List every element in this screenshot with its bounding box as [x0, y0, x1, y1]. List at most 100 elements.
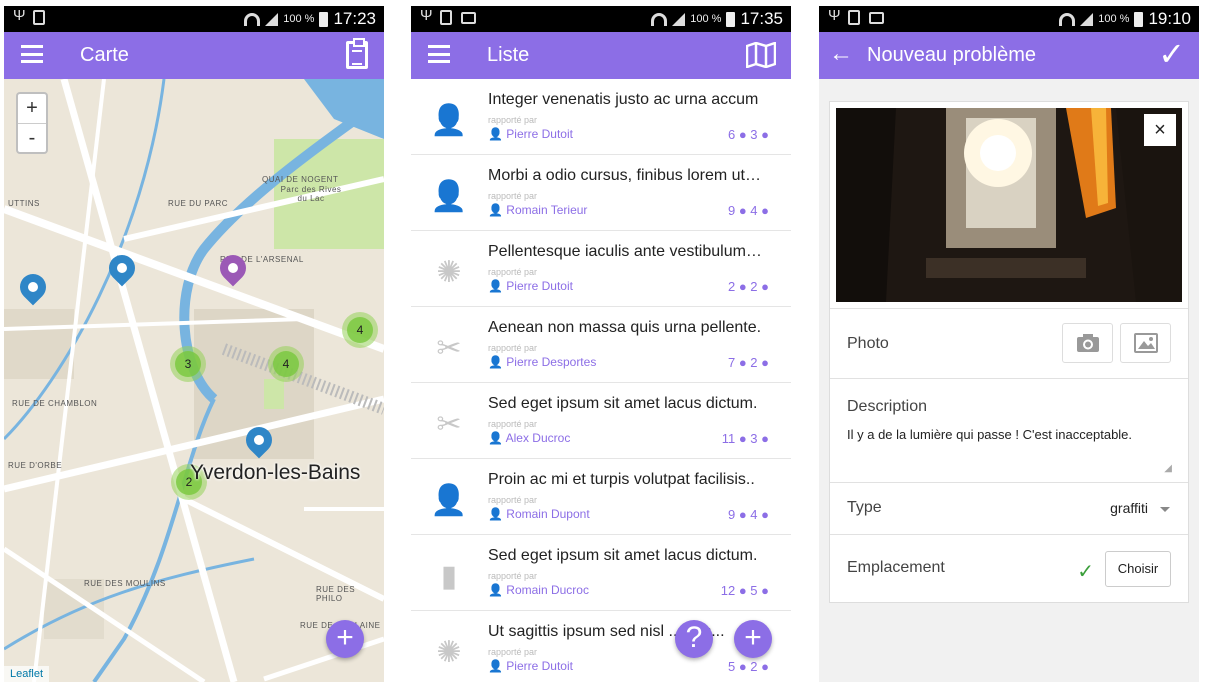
back-arrow-icon[interactable]: ←: [829, 40, 853, 68]
menu-icon[interactable]: [21, 45, 43, 63]
usb-icon: [13, 7, 26, 25]
clipboard-list-icon[interactable]: [346, 38, 368, 69]
description-field[interactable]: Description Il y a de la lumière qui pas…: [830, 378, 1188, 482]
app-bar: ← Nouveau problème ✓: [819, 32, 1199, 79]
bookmark-icon: ▮: [440, 560, 458, 593]
item-title: Sed eget ipsum sit amet lacus dictum.: [488, 395, 758, 412]
new-problem-screen: 100 % 19:10 ← Nouveau problème ✓: [819, 6, 1199, 682]
status-bar: 100 % 17:35: [411, 6, 791, 32]
reporter-name-text: Alex Ducroc: [505, 431, 571, 445]
reporter-name-text: Pierre Dutoit: [506, 659, 573, 673]
battery-percent: 100 %: [1098, 13, 1130, 25]
choose-location-button[interactable]: Choisir: [1105, 551, 1171, 587]
reported-by-label: rapporté par: [488, 343, 538, 353]
status-bar: 100 % 19:10: [819, 6, 1199, 32]
tools-icon: ✂: [436, 332, 462, 365]
sd-card-icon: [33, 10, 45, 25]
marker-cluster[interactable]: 4: [342, 312, 378, 348]
camera-button[interactable]: [1062, 323, 1113, 363]
street-label: QUAI DE NOGENT: [262, 175, 339, 184]
confirm-check-icon[interactable]: ✓: [1158, 35, 1185, 73]
page-title: Nouveau problème: [867, 44, 1036, 66]
menu-icon[interactable]: [428, 45, 450, 63]
clock: 19:10: [1148, 9, 1191, 28]
mail-icon: [461, 11, 476, 24]
battery-icon: [319, 11, 329, 27]
reported-by-label: rapporté par: [488, 267, 538, 277]
wifi-icon: [244, 12, 261, 26]
user-icon: 👤: [488, 355, 507, 369]
list-item[interactable]: ✺ Pellentesque iaculis ante vestibulum… ra…: [411, 231, 791, 307]
resize-handle-icon[interactable]: ◢: [1164, 463, 1172, 474]
map-icon[interactable]: [746, 42, 776, 68]
battery-icon: [726, 11, 736, 27]
add-problem-button[interactable]: +: [326, 620, 364, 658]
signal-icon: [265, 12, 279, 26]
reporter-name: 👤 Romain Dupont: [488, 507, 590, 521]
zoom-out-button[interactable]: -: [18, 123, 46, 152]
description-label: Description: [847, 398, 928, 415]
chevron-down-icon[interactable]: [1160, 507, 1170, 512]
status-bar: 100 % 17:23: [4, 6, 384, 32]
form-background: × Photo Description Il y a de la lumière…: [819, 79, 1199, 682]
sd-card-icon: [440, 10, 452, 25]
user-icon: 👤: [488, 203, 507, 217]
user-plus-icon: 👤: [430, 484, 468, 517]
signal-icon: [1080, 12, 1094, 26]
battery-percent: 100 %: [283, 13, 315, 25]
location-field: Emplacement ✓ Choisir: [830, 534, 1188, 602]
battery-icon: [1134, 11, 1144, 27]
type-select[interactable]: graffiti: [1110, 500, 1148, 516]
check-icon: ✓: [1077, 561, 1094, 583]
type-field[interactable]: Type graffiti: [830, 482, 1188, 534]
reporter-name: 👤 Alex Ducroc: [488, 431, 570, 445]
list-item[interactable]: ✂ Aenean non massa quis urna pellente. rap…: [411, 307, 791, 383]
app-bar: Liste: [411, 32, 791, 79]
remove-photo-button[interactable]: ×: [1144, 114, 1176, 146]
item-counts: 12 ● 5 ●: [720, 583, 769, 598]
reported-by-label: rapporté par: [488, 419, 538, 429]
usb-icon: [420, 7, 433, 25]
item-title: Integer venenatis justo ac urna accum: [488, 91, 759, 108]
problem-form: × Photo Description Il y a de la lumière…: [829, 101, 1189, 603]
clock: 17:23: [333, 9, 376, 28]
map-view[interactable]: RUE DE L'ARSENAL QUAI DE NOGENT Parc des…: [4, 79, 384, 682]
item-title: Aenean non massa quis urna pellente.: [488, 319, 762, 336]
list-item[interactable]: ✺ Ut sagittis ipsum sed nisl ... ces... ra…: [411, 611, 791, 682]
add-problem-button[interactable]: +: [734, 620, 772, 658]
spinner-icon: ✺: [436, 256, 462, 289]
marker-cluster[interactable]: 3: [170, 346, 206, 382]
photo-image: [836, 108, 1182, 302]
park-label: Parc des Rives du Lac: [280, 185, 342, 203]
marker-cluster[interactable]: 4: [268, 346, 304, 382]
user-plus-icon: 👤: [430, 180, 468, 213]
cluster-count: 3: [175, 351, 201, 377]
street-label: RUE DE CHAMBLON: [12, 399, 98, 408]
description-input[interactable]: Il y a de la lumière qui passe ! C'est i…: [847, 427, 1132, 442]
list-item[interactable]: ▮ Sed eget ipsum sit amet lacus dictum. ra…: [411, 535, 791, 611]
list-item[interactable]: ✂ Sed eget ipsum sit amet lacus dictum. ra…: [411, 383, 791, 459]
type-label: Type: [847, 499, 882, 516]
city-label: Yverdon-les-Bains: [190, 461, 361, 484]
list-item[interactable]: 👤 Proin ac mi et turpis volutpat facilisi…: [411, 459, 791, 535]
cluster-count: 4: [347, 317, 373, 343]
reporter-name: 👤 Pierre Desportes: [488, 355, 596, 369]
help-button[interactable]: ?: [675, 620, 713, 658]
gallery-button[interactable]: [1120, 323, 1171, 363]
reporter-name-text: Pierre Dutoit: [506, 127, 573, 141]
list-item[interactable]: 👤 Morbi a odio cursus, finibus lorem ut… r…: [411, 155, 791, 231]
zoom-control: + -: [16, 92, 48, 154]
item-title: Sed eget ipsum sit amet lacus dictum.: [488, 547, 758, 564]
list-item[interactable]: 👤 Integer venenatis justo ac urna accum ra…: [411, 79, 791, 155]
battery-percent: 100 %: [690, 13, 722, 25]
gallery-icon: [1133, 333, 1158, 353]
item-counts: 9 ● 4 ●: [728, 507, 769, 522]
photo-preview: ×: [836, 108, 1182, 302]
zoom-in-button[interactable]: +: [18, 94, 46, 123]
wifi-icon: [651, 12, 668, 26]
location-label: Emplacement: [847, 559, 945, 576]
reported-by-label: rapporté par: [488, 495, 538, 505]
signal-icon: [672, 12, 686, 26]
map-attribution[interactable]: Leaflet: [4, 666, 50, 682]
street-label: RUE DES PHILO: [316, 585, 356, 603]
